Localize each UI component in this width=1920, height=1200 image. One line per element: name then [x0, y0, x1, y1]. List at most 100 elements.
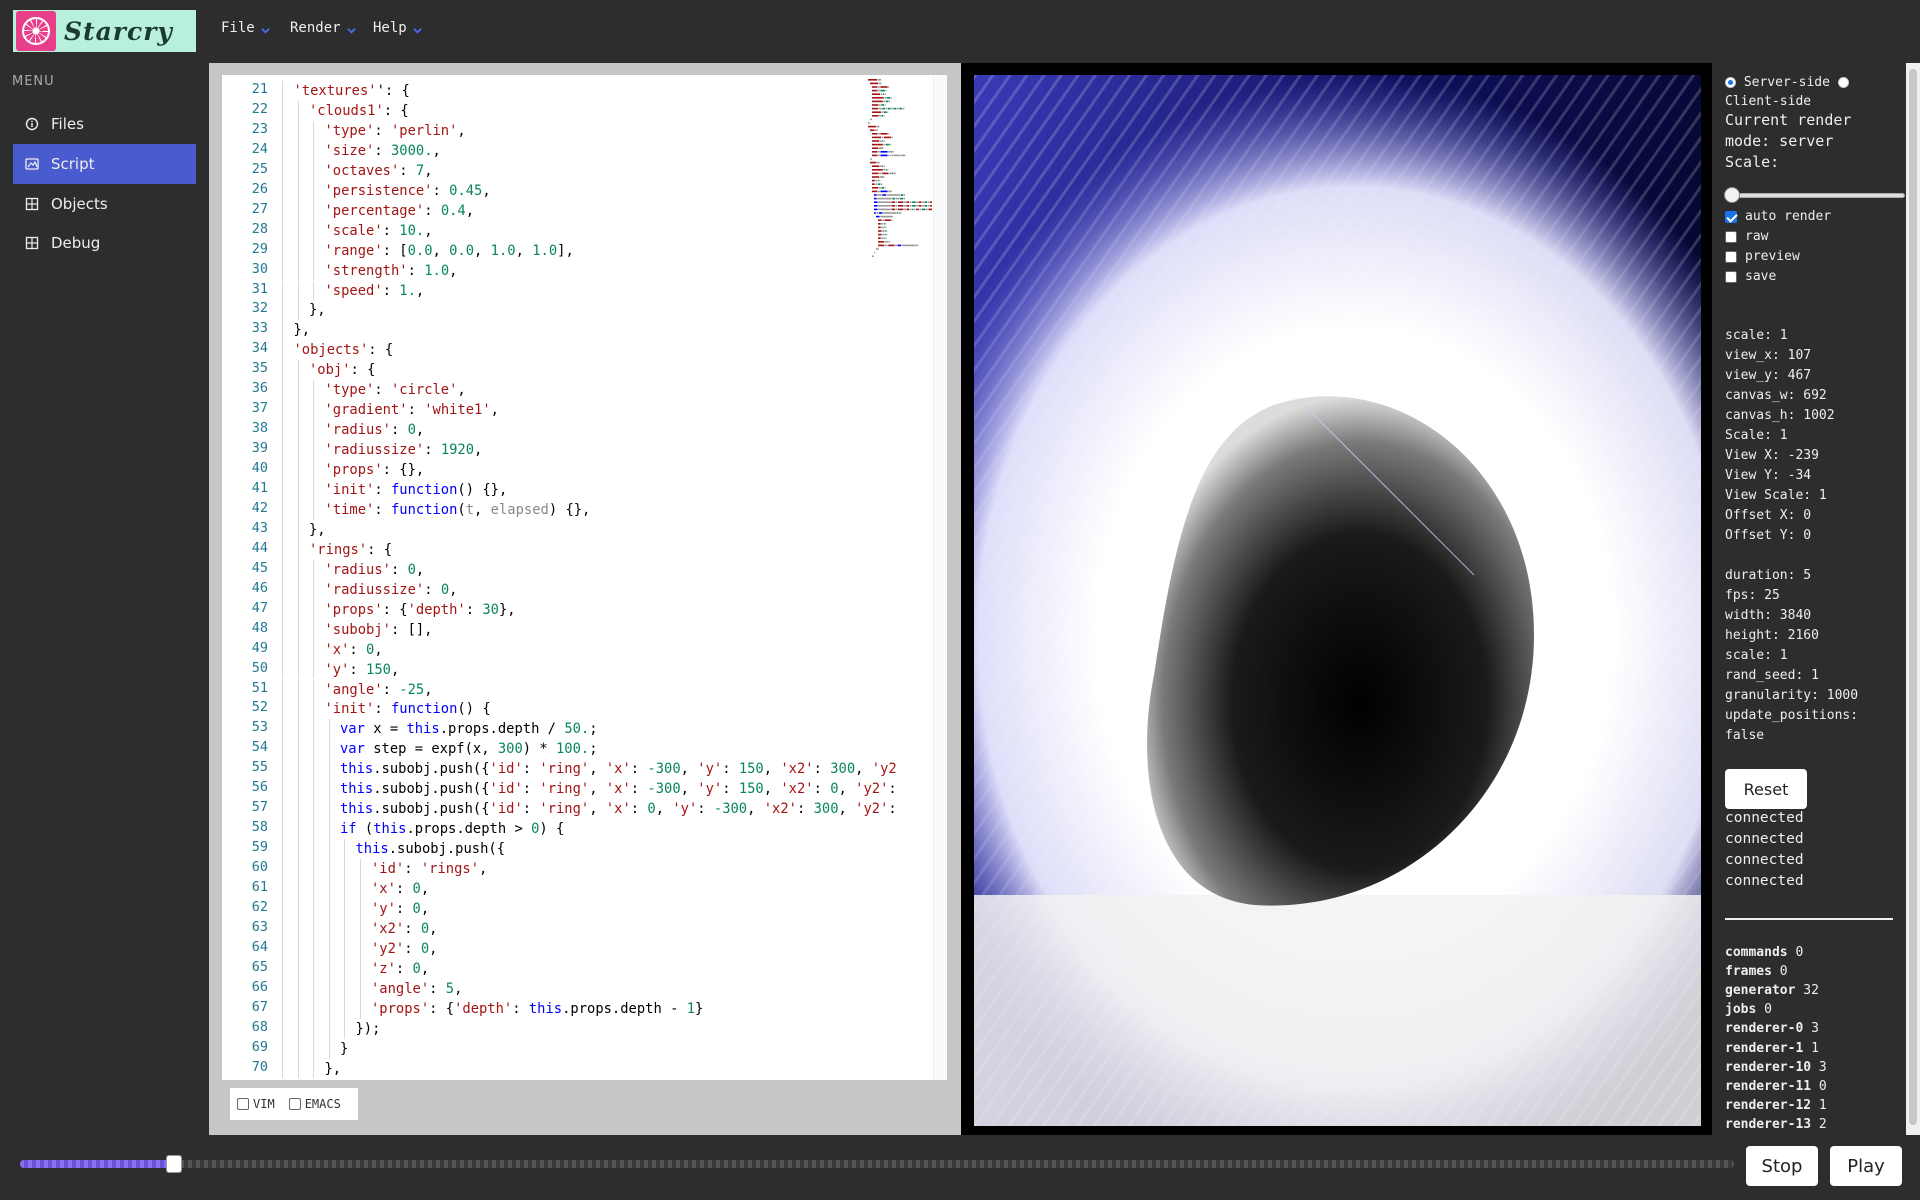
code-line[interactable]: 'z': 0, — [371, 959, 429, 979]
timeline-thumb[interactable] — [166, 1155, 183, 1173]
emacs-checkbox[interactable] — [288, 1098, 301, 1110]
code-line[interactable]: this.subobj.push({'id': 'ring', 'x': -30… — [340, 759, 897, 779]
code-line[interactable]: 'type': 'circle', — [325, 380, 466, 400]
code-line[interactable]: }, — [325, 1059, 342, 1079]
code-line[interactable]: }, — [309, 520, 326, 540]
code-line[interactable]: 'id': 'rings', — [371, 859, 487, 879]
code-line[interactable]: this.subobj.push({'id': 'ring', 'x': 0, … — [340, 799, 897, 819]
code-line[interactable]: 'radiussize': 0, — [325, 580, 458, 600]
code-line[interactable]: 'percentage': 0.4, — [325, 201, 475, 221]
code-line[interactable]: this.subobj.push({'id': 'ring', 'x': -30… — [340, 779, 897, 799]
server-side-radio[interactable] — [1725, 77, 1736, 88]
option-checkbox[interactable] — [1725, 270, 1737, 283]
code-line[interactable]: 'init': function() {}, — [325, 480, 508, 500]
counter-item: renderer-12 1 — [1725, 1098, 1827, 1113]
option-checkbox[interactable] — [1725, 250, 1737, 263]
code-line[interactable]: }, — [309, 300, 326, 320]
line-number: 51 — [251, 679, 268, 696]
code-line[interactable]: if (this.props.depth > 0) { — [340, 819, 564, 839]
code-lines[interactable]: 'textures'': {'clouds1': {'type': 'perli… — [282, 75, 912, 1080]
code-line[interactable]: 'obj': { — [309, 360, 375, 380]
code-line[interactable]: 'y': 150, — [325, 660, 400, 680]
counter-value: 0 — [1787, 945, 1804, 960]
reset-button[interactable]: Reset — [1725, 769, 1807, 809]
option-label: auto render — [1745, 209, 1832, 224]
line-number: 60 — [251, 859, 268, 876]
code-line[interactable]: 'clouds1': { — [309, 101, 409, 121]
play-button[interactable]: Play — [1830, 1146, 1902, 1186]
counter-item: renderer-10 3 — [1725, 1060, 1827, 1075]
timeline-slider[interactable] — [20, 1155, 1734, 1173]
code-line[interactable]: 'angle': -25, — [325, 680, 433, 700]
code-line[interactable]: 'props': {}, — [325, 460, 425, 480]
code-line[interactable]: }, — [294, 320, 311, 340]
menu-render[interactable]: Render — [290, 20, 356, 36]
panel-scrollbar[interactable] — [1906, 63, 1920, 1135]
code-line[interactable]: 'radius': 0, — [325, 420, 425, 440]
option-checkbox[interactable] — [1725, 230, 1737, 243]
indent-guide — [297, 779, 299, 800]
panel-scrollbar-thumb[interactable] — [1909, 69, 1917, 1125]
option-auto-render[interactable]: auto render — [1725, 209, 1831, 224]
sidebar-item-script[interactable]: Script — [13, 144, 196, 184]
code-line[interactable]: 'gradient': 'white1', — [325, 400, 499, 420]
code-line[interactable]: 'x2': 0, — [371, 919, 437, 939]
code-line[interactable]: var step = expf(x, 300) * 100.; — [340, 739, 598, 759]
indent-guide — [313, 200, 314, 221]
code-line[interactable]: 'radiussize': 1920, — [325, 440, 483, 460]
indent-guide — [359, 918, 361, 939]
menu-file[interactable]: File — [221, 20, 270, 36]
code-line[interactable]: 'speed': 1., — [325, 281, 425, 301]
option-save[interactable]: save — [1725, 269, 1776, 284]
code-line[interactable]: 'strength': 1.0, — [325, 261, 458, 281]
code-line[interactable]: 'size': 3000., — [325, 141, 441, 161]
code-line[interactable]: } — [340, 1039, 348, 1059]
code-line[interactable]: 'subobj': [], — [325, 620, 433, 640]
code-line[interactable]: 'range': [0.0, 0.0, 1.0, 1.0], — [325, 241, 574, 261]
client-side-radio[interactable] — [1837, 77, 1849, 88]
minimap-token — [876, 248, 879, 250]
sidebar-item-files[interactable]: Files — [13, 104, 196, 144]
code-line[interactable]: var x = this.props.depth / 50.; — [340, 719, 598, 739]
code-line[interactable]: 'radius': 0, — [325, 560, 425, 580]
code-line[interactable]: 'props': {'depth': this.props.depth - 1} — [371, 999, 703, 1019]
code-line[interactable]: }); — [356, 1019, 381, 1039]
code-line[interactable]: 'persistence': 0.45, — [325, 181, 491, 201]
code-line[interactable]: this.subobj.push({ — [356, 839, 506, 859]
scale-slider[interactable] — [1724, 187, 1905, 203]
code-line[interactable]: 'y': 0, — [371, 899, 429, 919]
option-checkbox[interactable] — [1725, 210, 1737, 223]
code-line[interactable]: 'time': function(t, elapsed) {}, — [325, 500, 591, 520]
code-editor[interactable]: 21 22 23 24 25 26 27 28 29 30 31 32 33 34 35 36 37 38 39 40… — [222, 75, 947, 1080]
code-line[interactable]: 'octaves': 7, — [325, 161, 433, 181]
code-line[interactable]: 'props': {'depth': 30}, — [325, 600, 516, 620]
sidebar-item-debug[interactable]: Debug — [13, 223, 196, 263]
scale-slider-thumb[interactable] — [1724, 187, 1740, 203]
stop-button[interactable]: Stop — [1746, 1146, 1818, 1186]
option-raw[interactable]: raw — [1725, 229, 1768, 244]
code-line[interactable]: 'scale': 10., — [325, 221, 433, 241]
code-line[interactable]: 'x': 0, — [325, 640, 383, 660]
code-line[interactable]: 'x': 0, — [371, 879, 429, 899]
vim-option[interactable]: VIM — [237, 1097, 275, 1111]
code-line[interactable]: 'rings': { — [309, 540, 392, 560]
code-line[interactable]: 'y2': 0, — [371, 939, 437, 959]
code-line[interactable]: 'type': 'perlin', — [325, 121, 466, 141]
minimap-token — [880, 154, 888, 157]
app-logo[interactable]: Starcry — [13, 10, 196, 52]
editor-scrollbar[interactable] — [933, 75, 947, 1080]
vim-checkbox[interactable] — [237, 1098, 249, 1110]
code-line[interactable]: 'textures'': { — [294, 81, 410, 101]
code-line[interactable]: 'init': function() { — [325, 699, 491, 719]
minimap-token — [878, 237, 881, 239]
line-number: 65 — [251, 958, 268, 975]
emacs-option[interactable]: EMACS — [288, 1097, 341, 1111]
sidebar-item-objects[interactable]: Objects — [13, 184, 196, 224]
code-line[interactable]: 'angle': 5, — [371, 979, 462, 999]
menu-help[interactable]: Help — [373, 20, 422, 36]
render-canvas[interactable] — [974, 75, 1701, 1126]
code-line[interactable]: 'objects': { — [294, 340, 394, 360]
indent-guide — [282, 619, 283, 640]
option-preview[interactable]: preview — [1725, 249, 1800, 264]
code-minimap[interactable] — [862, 75, 940, 375]
